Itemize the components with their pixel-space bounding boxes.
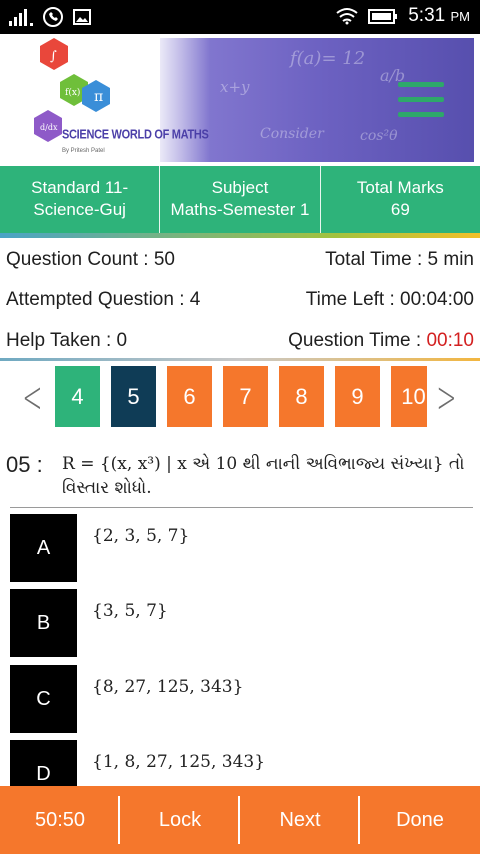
- question-divider: [10, 507, 473, 508]
- option-a-text: {2, 3, 5, 7}: [92, 526, 190, 546]
- info-standard-line2: Science-Guj: [33, 200, 126, 219]
- question-time-value: 00:10: [426, 330, 474, 351]
- wifi-icon: [336, 8, 358, 25]
- question-button-10-label: 10: [401, 384, 426, 409]
- clock-time: 5:31: [408, 5, 446, 26]
- question-button-8[interactable]: 8: [279, 366, 324, 427]
- logo-hexagons: ∫ π f(x) d/dx: [34, 38, 110, 142]
- bottom-action-bar: 50:50 Lock Next Done: [0, 786, 480, 854]
- app-banner: f(a)= 12 a/b x+y cos²θ Consider ∫ π f(x)…: [0, 34, 480, 165]
- gallery-icon: [73, 9, 91, 25]
- next-question-arrow-icon[interactable]: >: [436, 372, 456, 423]
- whatsapp-icon: [43, 7, 63, 27]
- question-button-9[interactable]: 9: [335, 366, 380, 427]
- question-time: Question Time : 00:10: [288, 330, 474, 352]
- info-total-marks-line1: Total Marks: [356, 178, 444, 197]
- question-count: Question Count : 50: [6, 249, 175, 270]
- question-button-9-label: 9: [351, 384, 364, 409]
- hex-symbol-integral: ∫: [50, 49, 57, 64]
- info-total-marks-line2: 69: [390, 200, 410, 219]
- battery-icon: [368, 9, 398, 24]
- attempted-questions: Attempted Question : 4: [6, 289, 201, 310]
- info-total-marks: Total Marks 69: [321, 166, 480, 233]
- clock: 5:31 PM: [408, 5, 470, 27]
- option-c-text: {8, 27, 125, 343}: [92, 677, 244, 697]
- question-button-10[interactable]: 10: [391, 366, 427, 427]
- done-button[interactable]: Done: [360, 786, 480, 854]
- option-b[interactable]: B {3, 5, 7}: [10, 589, 473, 657]
- logo-title: SCIENCE WORLD OF MATHS: [62, 127, 209, 143]
- question-button-4[interactable]: 4: [55, 366, 100, 427]
- signal-icon: [9, 9, 33, 26]
- done-label: Done: [396, 809, 444, 831]
- fifty-fifty-label: 50:50: [34, 809, 86, 831]
- option-b-text: {3, 5, 7}: [92, 601, 168, 621]
- info-standard-line1: Standard 11-: [31, 178, 129, 197]
- info-standard: Standard 11- Science-Guj: [0, 166, 161, 233]
- question-button-7[interactable]: 7: [223, 366, 268, 427]
- question-button-7-label: 7: [239, 384, 252, 409]
- next-button[interactable]: Next: [240, 786, 360, 854]
- question-text-line1: R = {(x, x³) | x એ 10 થી નાની અવિભાજ્ય સ…: [62, 454, 465, 474]
- question-button-6-label: 6: [183, 384, 196, 409]
- total-time: Total Time : 5 min: [325, 249, 474, 270]
- hamburger-menu-icon[interactable]: [398, 82, 444, 124]
- question-number-strip[interactable]: 4 5 6 7 8 9 10: [55, 366, 427, 428]
- option-c-label: C: [10, 665, 77, 733]
- info-underline: [0, 233, 480, 238]
- question-text-line2: વિસ્તાર શોધો.: [62, 478, 152, 498]
- prev-question-arrow-icon[interactable]: <: [22, 372, 42, 423]
- question-button-5[interactable]: 5: [111, 366, 156, 427]
- time-left: Time Left : 00:04:00: [305, 289, 474, 310]
- lock-label: Lock: [158, 809, 202, 831]
- option-c[interactable]: C {8, 27, 125, 343}: [10, 665, 473, 733]
- next-label: Next: [279, 809, 321, 831]
- hex-symbol-fx: f(x): [65, 87, 80, 98]
- option-d-text: {1, 8, 27, 125, 343}: [92, 752, 266, 772]
- hex-symbol-ddx: d/dx: [40, 123, 58, 132]
- option-b-label: B: [10, 589, 77, 657]
- status-bar: 5:31 PM: [0, 0, 480, 34]
- question-navigator: < 4 5 6 7 8 9 10 >: [0, 366, 480, 428]
- exam-info-row: Standard 11- Science-Guj Subject Maths-S…: [0, 166, 480, 233]
- status-right: 5:31 PM: [336, 5, 470, 27]
- question-button-4-label: 4: [71, 384, 84, 409]
- info-subject-line1: Subject: [211, 178, 269, 197]
- option-a[interactable]: A {2, 3, 5, 7}: [10, 514, 473, 582]
- question-button-6[interactable]: 6: [167, 366, 212, 427]
- lock-button[interactable]: Lock: [120, 786, 240, 854]
- info-subject-line2: Maths-Semester 1: [170, 200, 310, 219]
- hex-symbol-pi: π: [94, 89, 103, 105]
- help-taken: Help Taken : 0: [6, 330, 128, 351]
- question-button-8-label: 8: [295, 384, 308, 409]
- info-subject: Subject Maths-Semester 1: [160, 166, 321, 233]
- question-time-label: Question Time :: [288, 330, 427, 351]
- status-left-icons: [8, 6, 92, 28]
- stats-underline: [0, 358, 480, 361]
- question-text: R = {(x, x³) | x એ 10 થી નાની અવિભાજ્ય સ…: [62, 452, 472, 500]
- question-button-5-label: 5: [127, 384, 140, 409]
- question-number: 05 :: [6, 452, 43, 477]
- fifty-fifty-button[interactable]: 50:50: [0, 786, 120, 854]
- option-a-label: A: [10, 514, 77, 582]
- clock-ampm: PM: [450, 9, 471, 24]
- logo-subtitle: By Pritesh Patel: [62, 148, 105, 154]
